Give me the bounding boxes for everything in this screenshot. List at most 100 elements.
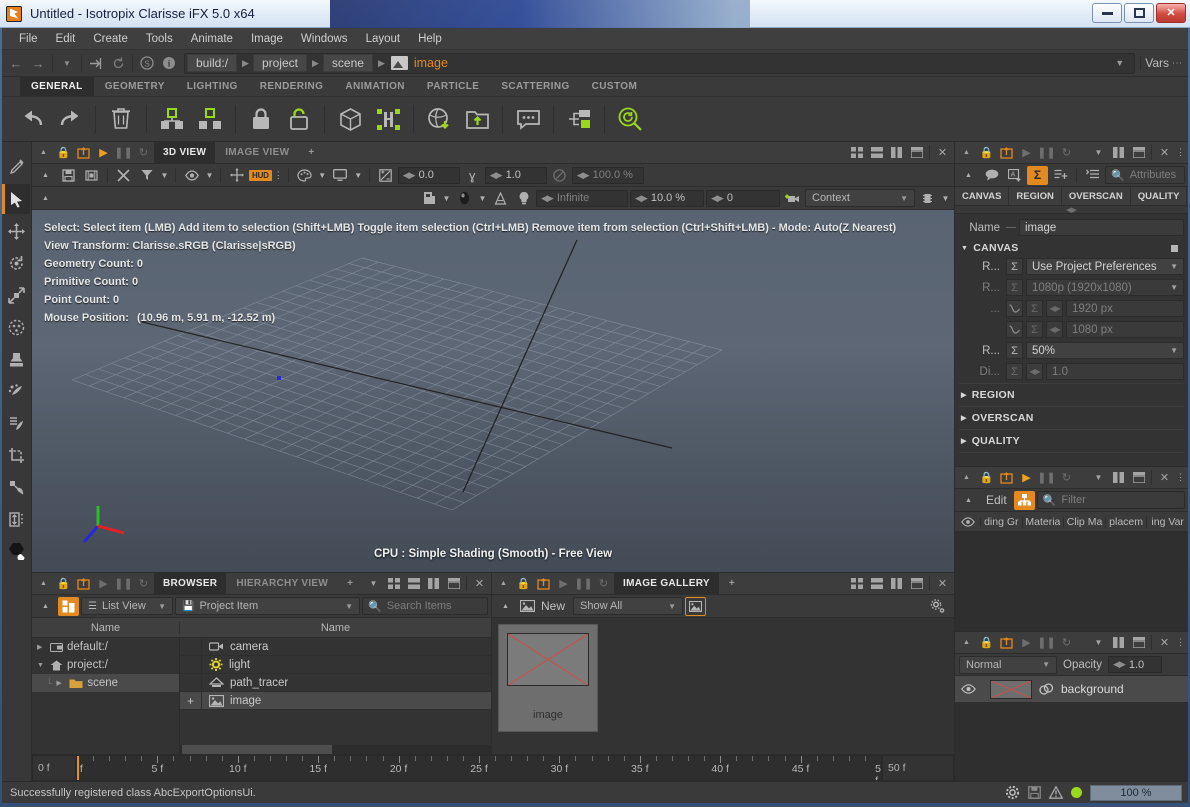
expand-triangle-icon[interactable]: ▶ (56, 679, 65, 687)
ungroup-button[interactable] (192, 100, 228, 138)
thumbnail-toggle-icon[interactable] (685, 597, 706, 616)
menu-edit[interactable]: Edit (47, 31, 85, 47)
pause-button[interactable]: ❚❚ (114, 144, 133, 162)
toolbar-tab-scattering[interactable]: SCATTERING (490, 77, 580, 96)
collapse-caret-icon[interactable]: ▲ (958, 166, 979, 185)
collapse-caret-icon[interactable]: ▲ (35, 166, 56, 185)
export-icon[interactable] (997, 144, 1016, 162)
scroll-thumb[interactable] (182, 745, 332, 754)
antialias-icon[interactable] (490, 189, 511, 208)
attr-value[interactable]: 50% ▼ (1026, 342, 1184, 359)
lock-icon[interactable]: 🔒 (977, 634, 996, 652)
toolbar-tab-general[interactable]: GENERAL (20, 77, 94, 96)
instance-button[interactable] (370, 100, 406, 138)
browser-hscrollbar[interactable] (180, 745, 491, 754)
layers-list-empty[interactable] (955, 702, 1188, 780)
add-attribute-icon[interactable]: A (1004, 166, 1025, 185)
lighting-dropdown-icon[interactable]: ▼ (477, 189, 488, 208)
exposure-field[interactable]: ◀▶ 0.0 (398, 167, 460, 184)
name-value[interactable]: image (1019, 219, 1184, 236)
sigma-icon[interactable]: Σ (1006, 363, 1023, 380)
shading-list-empty[interactable] (955, 532, 1188, 631)
toolbar-tab-rendering[interactable]: RENDERING (249, 77, 335, 96)
tool-shape[interactable] (4, 536, 30, 566)
tool-stamp[interactable] (4, 344, 30, 374)
reload-search-button[interactable] (612, 100, 648, 138)
redo-button[interactable] (52, 100, 88, 138)
reference-button[interactable] (561, 100, 597, 138)
menu-layout[interactable]: Layout (357, 31, 410, 47)
menu-animate[interactable]: Animate (182, 31, 242, 47)
save-icon[interactable] (58, 166, 79, 185)
breadcrumb-scene[interactable]: scene (323, 54, 373, 72)
collapse-caret-icon[interactable]: ▲ (494, 575, 513, 593)
add-view-tab[interactable]: + (299, 142, 323, 164)
list-item[interactable]: + image (180, 692, 491, 710)
tree-row-default[interactable]: ▶ default:/ (32, 638, 179, 656)
spinner-arrows-icon[interactable]: ◀▶ (1026, 363, 1043, 380)
3d-viewport[interactable]: Select: Select item (LMB) Add item to se… (32, 210, 954, 572)
opacity-field[interactable]: ◀▶ 1.0 (1108, 656, 1162, 673)
split-vertical-icon[interactable] (1109, 469, 1128, 487)
gamma-icon[interactable]: ɣ (462, 166, 483, 185)
pause-button[interactable]: ❚❚ (1037, 634, 1056, 652)
column-displacement[interactable]: placem (1106, 516, 1148, 528)
maximize-panel-icon[interactable] (1129, 469, 1148, 487)
attr-value[interactable]: 1080p (1920x1080) ▼ (1026, 279, 1184, 296)
tool-rotate[interactable] (4, 248, 30, 278)
breadcrumb-project[interactable]: project (253, 54, 307, 72)
comment-bubble-icon[interactable] (981, 166, 1002, 185)
sigma-icon[interactable]: Σ (1026, 321, 1043, 338)
browser-search-input[interactable]: 🔍 Search Items (362, 597, 488, 615)
breadcrumb-dropdown-icon[interactable]: ▼ (1107, 58, 1132, 68)
tree-row-scene[interactable]: └ ▶ scene (32, 674, 179, 692)
exposure-icon[interactable] (375, 166, 396, 185)
timeline-end-field[interactable]: 50 f (882, 755, 954, 781)
gallery-settings-icon[interactable] (930, 599, 951, 613)
import-file-button[interactable] (459, 100, 495, 138)
attribute-menu-icon[interactable] (1082, 166, 1103, 185)
list-item[interactable]: path_tracer (180, 674, 491, 692)
monitor-dropdown-icon[interactable]: ▼ (353, 166, 364, 185)
lighting-sphere-icon[interactable] (454, 189, 475, 208)
refresh-icon[interactable]: ↻ (1057, 144, 1076, 162)
attr-tab-region[interactable]: REGION (1009, 187, 1061, 205)
curve-icon[interactable] (1006, 321, 1023, 338)
filter-mode-select[interactable]: 💾 Project Item ▼ (175, 597, 360, 615)
gallery-filter-select[interactable]: Show All ▼ (573, 597, 683, 615)
filter-dropdown-icon[interactable]: ▼ (159, 166, 170, 185)
export-icon[interactable] (74, 575, 93, 593)
tab-browser[interactable]: BROWSER (154, 573, 226, 595)
column-clip-map[interactable]: Clip Ma (1064, 516, 1106, 528)
minimize-button[interactable] (1092, 3, 1122, 23)
lock-icon[interactable]: 🔒 (514, 575, 533, 593)
play-button[interactable]: ▶ (1017, 469, 1036, 487)
pause-button[interactable]: ❚❚ (1037, 469, 1056, 487)
filmstrip-icon[interactable] (81, 166, 102, 185)
toolbar-tab-lighting[interactable]: LIGHTING (176, 77, 249, 96)
visibility-icon[interactable] (961, 684, 983, 694)
pause-button[interactable]: ❚❚ (1037, 144, 1056, 162)
maximize-button[interactable] (1124, 3, 1154, 23)
sigma-icon[interactable]: Σ (1006, 258, 1023, 275)
lock-button[interactable] (243, 100, 279, 138)
attr-value[interactable]: Use Project Preferences ▼ (1026, 258, 1184, 275)
section-region[interactable]: ▶ REGION (959, 386, 1184, 404)
forward-arrow-icon[interactable]: → (28, 54, 48, 73)
gamma-field[interactable]: ◀▶ 1.0 (485, 167, 547, 184)
play-button[interactable]: ▶ (554, 575, 573, 593)
maximize-panel-icon[interactable] (1129, 144, 1148, 162)
split-horizontal-icon[interactable] (867, 575, 886, 593)
blend-mode-select[interactable]: Normal ▼ (959, 656, 1057, 674)
tree-row-project[interactable]: ▼ project:/ (32, 656, 179, 674)
refresh-icon[interactable]: ↻ (594, 575, 613, 593)
lightbulb-icon[interactable] (513, 189, 534, 208)
hud-toggle[interactable]: HUD (249, 170, 272, 181)
maximize-panel-icon[interactable] (907, 575, 926, 593)
context-select[interactable]: Context ▼ (805, 189, 915, 207)
edit-button[interactable]: Edit (981, 493, 1012, 507)
shading-filter-input[interactable]: 🔍 Filter (1037, 491, 1185, 509)
lock-icon[interactable]: 🔒 (54, 575, 73, 593)
panel-menu-icon[interactable]: ▼ (1089, 469, 1108, 487)
attr-tab-canvas[interactable]: CANVAS (955, 187, 1009, 205)
